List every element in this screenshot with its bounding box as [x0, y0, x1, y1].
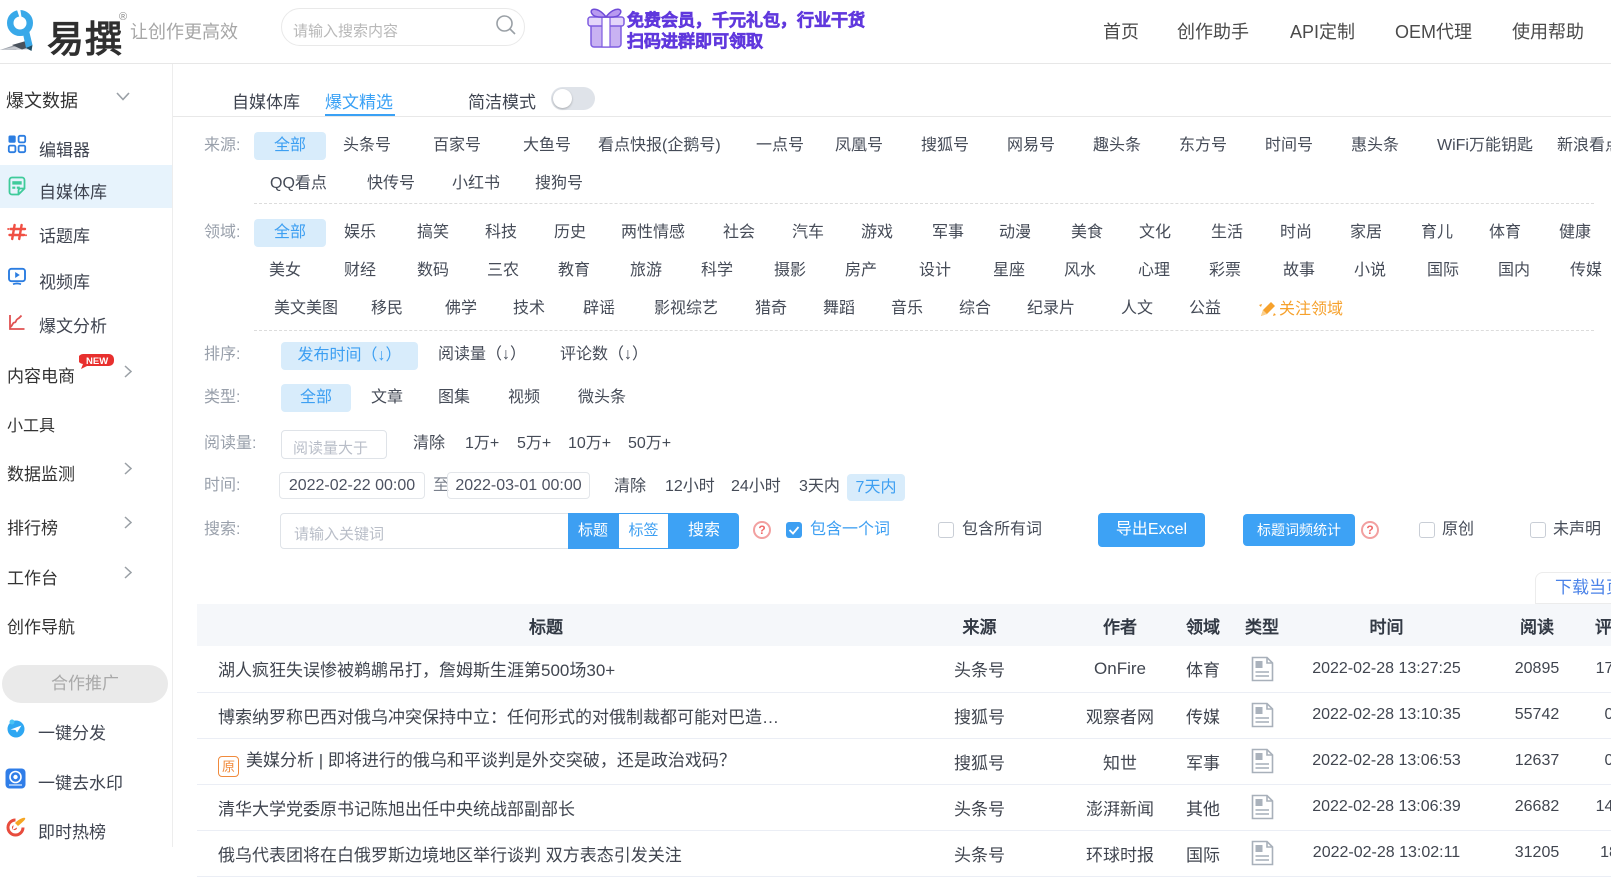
svg-text:扫码进群即可领取: 扫码进群即可领取: [627, 31, 763, 51]
svg-text:免费会员，千元礼包，行业干货: 免费会员，千元礼包，行业干货: [627, 10, 865, 30]
svg-text:NEW: NEW: [86, 356, 108, 367]
